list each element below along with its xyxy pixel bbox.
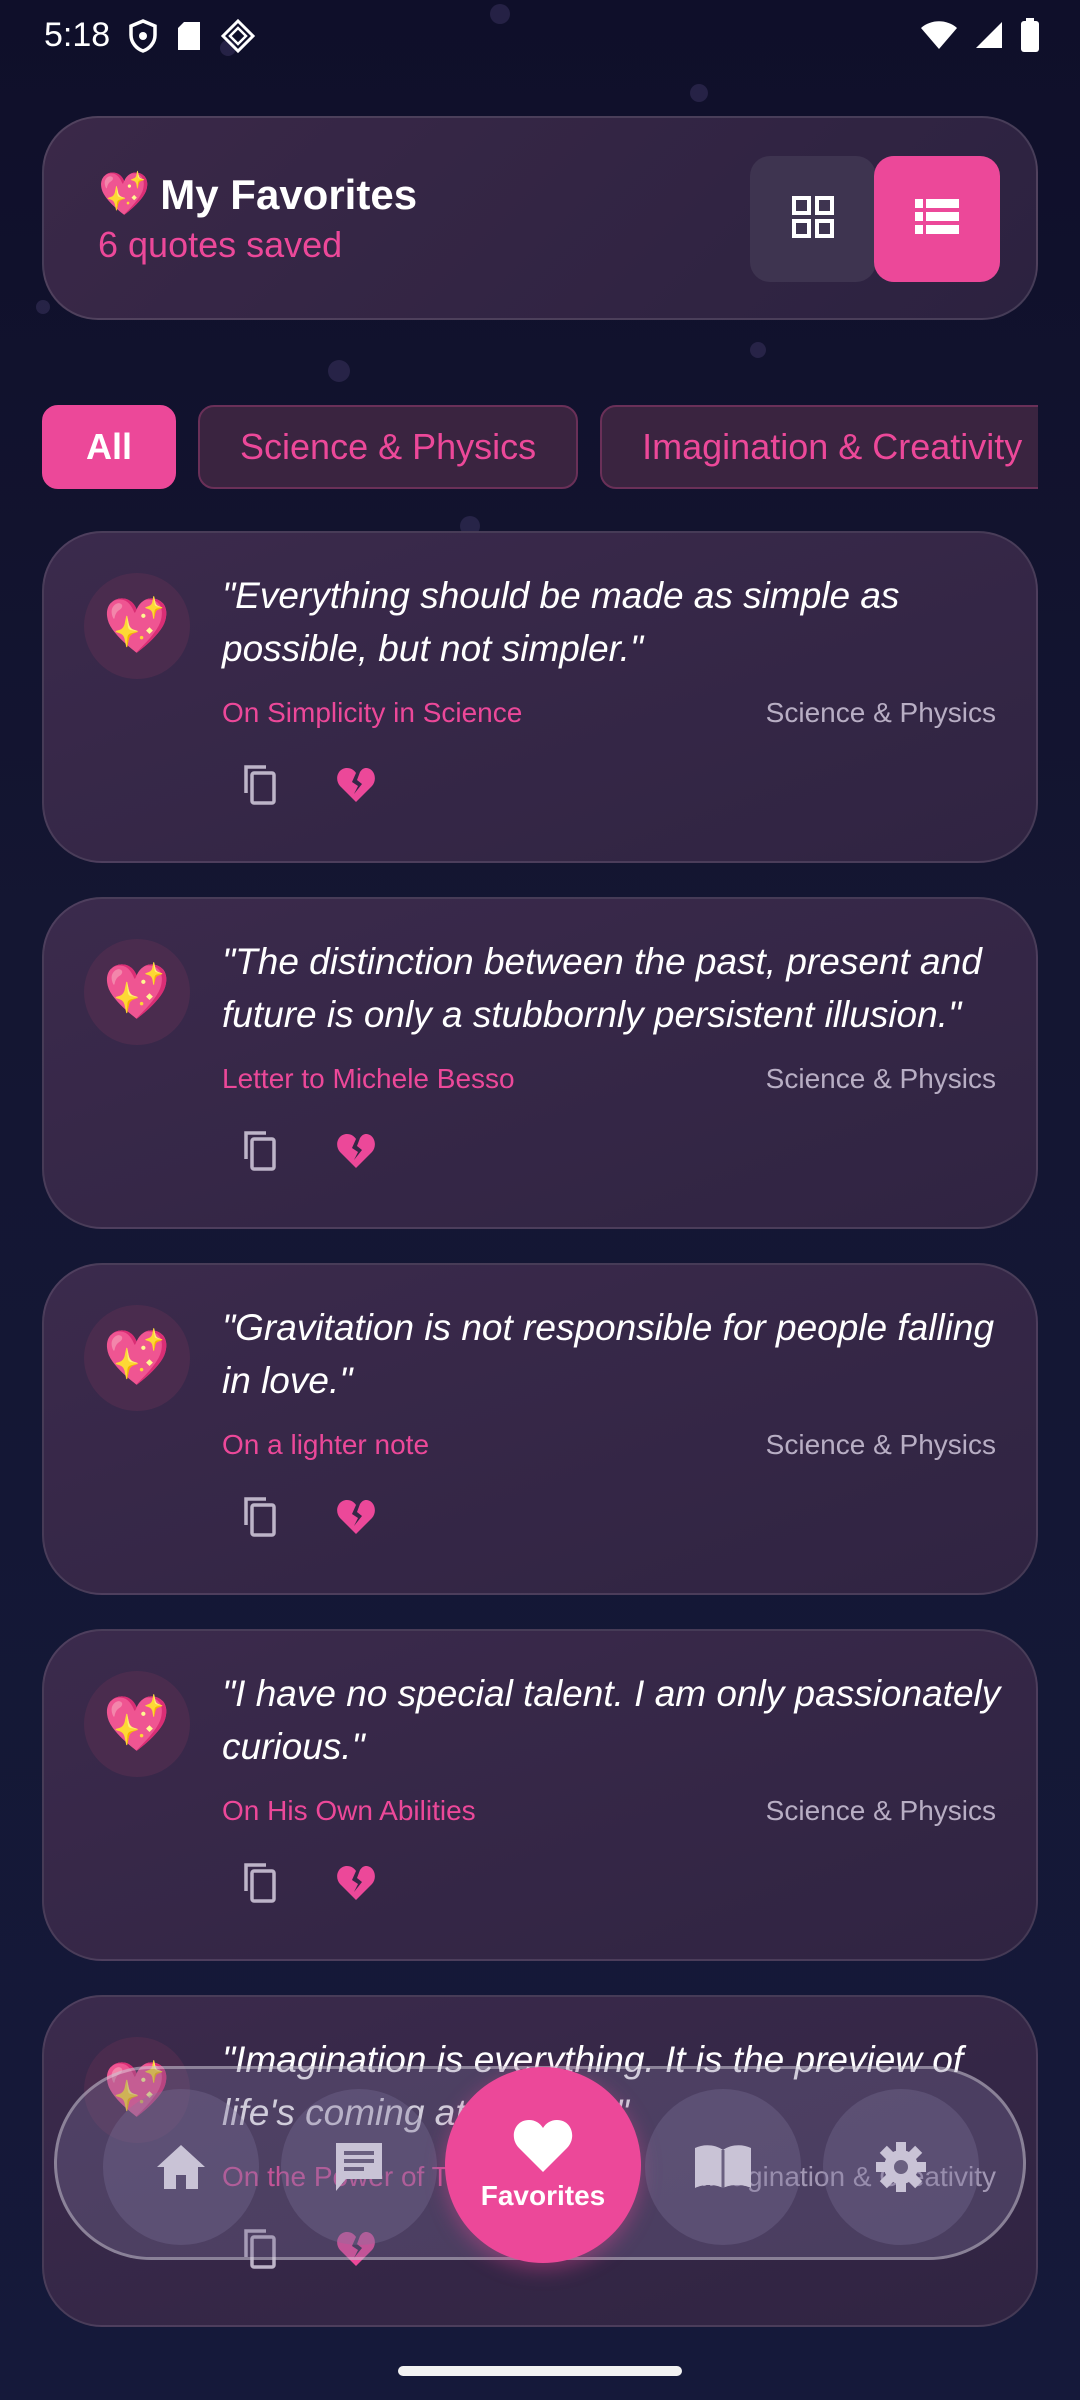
status-time: 5:18 xyxy=(44,16,111,54)
saved-count: 6 quotes saved xyxy=(98,224,343,265)
shield-icon xyxy=(128,19,158,58)
sparkling-heart-icon: 💖 xyxy=(84,939,190,1045)
sparkling-heart-icon: 💖 xyxy=(84,1305,190,1411)
quote-category: Science & Physics xyxy=(765,1429,996,1460)
view-toggle xyxy=(750,156,1000,282)
page-title-text: My Favorites xyxy=(160,170,418,218)
background-dot xyxy=(328,360,350,382)
diamond-icon xyxy=(220,18,256,59)
gear-icon xyxy=(876,2142,926,2192)
sparkling-heart-icon: 💖 xyxy=(84,1671,190,1777)
chip-science-physics[interactable]: Science & Physics xyxy=(198,405,579,489)
page-title: 💖 My Favorites xyxy=(98,170,417,219)
background-dot xyxy=(690,84,708,102)
quote-category: Science & Physics xyxy=(765,1795,996,1826)
nav-home-button[interactable] xyxy=(103,2089,259,2245)
copy-icon xyxy=(244,1131,276,1171)
quote-text: "Everything should be made as simple as … xyxy=(222,575,900,669)
broken-heart-icon xyxy=(337,1866,375,1900)
sparkling-heart-icon: 💖 xyxy=(84,573,190,679)
quote-text: "Gravitation is not responsible for peop… xyxy=(222,1307,995,1401)
broken-heart-icon xyxy=(337,1134,375,1168)
quote-source: On Simplicity in Science xyxy=(222,697,523,728)
copy-button[interactable] xyxy=(236,1127,284,1175)
quote-category: Science & Physics xyxy=(765,697,996,728)
background-dot xyxy=(750,342,766,358)
sparkling-heart-icon: 💖 xyxy=(98,170,151,217)
nav-favorites-label: Favorites xyxy=(480,2180,606,2211)
quote-source: On His Own Abilities xyxy=(222,1795,476,1826)
chat-icon xyxy=(336,2143,382,2191)
bottom-navigation: Favorites xyxy=(54,2066,1026,2263)
quote-source: Letter to Michele Besso xyxy=(222,1063,515,1094)
grid-view-button[interactable] xyxy=(750,156,876,282)
status-bar: 5:18 xyxy=(0,0,1080,72)
remove-favorite-button[interactable] xyxy=(332,1127,380,1175)
quote-card: 💖 "Gravitation is not responsible for pe… xyxy=(42,1263,1038,1595)
battery-icon xyxy=(1020,18,1040,57)
nav-settings-button[interactable] xyxy=(823,2089,979,2245)
quote-card: 💖 "The distinction between the past, pre… xyxy=(42,897,1038,1229)
broken-heart-icon xyxy=(337,768,375,802)
copy-button[interactable] xyxy=(236,761,284,809)
copy-button[interactable] xyxy=(236,1493,284,1541)
copy-icon xyxy=(244,765,276,805)
home-icon xyxy=(157,2145,205,2189)
quote-source: On a lighter note xyxy=(222,1429,430,1460)
remove-favorite-button[interactable] xyxy=(332,1493,380,1541)
home-indicator[interactable] xyxy=(398,2366,682,2376)
quote-text: "I have no special talent. I am only pas… xyxy=(222,1673,1001,1767)
background-dot xyxy=(36,300,50,314)
remove-favorite-button[interactable] xyxy=(332,761,380,809)
quote-category: Science & Physics xyxy=(765,1063,996,1094)
category-filter-chips: All Science & Physics Imagination & Crea… xyxy=(42,405,1038,489)
signal-icon xyxy=(974,20,1004,55)
quote-card: 💖 "Everything should be made as simple a… xyxy=(42,531,1038,863)
grid-icon xyxy=(791,195,835,244)
list-icon xyxy=(915,198,959,240)
chip-imagination-creativity[interactable]: Imagination & Creativity xyxy=(600,405,1038,489)
favorites-header-card: 💖 My Favorites 6 quotes saved xyxy=(42,116,1038,320)
nav-favorites-button[interactable]: Favorites xyxy=(445,2067,641,2263)
chip-all[interactable]: All xyxy=(42,405,177,489)
copy-button[interactable] xyxy=(236,1859,284,1907)
nav-quotes-button[interactable] xyxy=(281,2089,437,2245)
nav-library-button[interactable] xyxy=(645,2089,801,2245)
quote-card: 💖 "I have no special talent. I am only p… xyxy=(42,1629,1038,1961)
copy-icon xyxy=(244,1863,276,1903)
copy-icon xyxy=(244,1497,276,1537)
wifi-icon xyxy=(920,20,958,55)
book-icon xyxy=(695,2145,751,2188)
quote-text: "The distinction between the past, prese… xyxy=(222,941,982,1035)
sd-card-icon xyxy=(176,20,202,57)
list-view-button[interactable] xyxy=(874,156,1000,282)
broken-heart-icon xyxy=(337,1500,375,1534)
remove-favorite-button[interactable] xyxy=(332,1859,380,1907)
heart-icon xyxy=(513,2120,573,2172)
